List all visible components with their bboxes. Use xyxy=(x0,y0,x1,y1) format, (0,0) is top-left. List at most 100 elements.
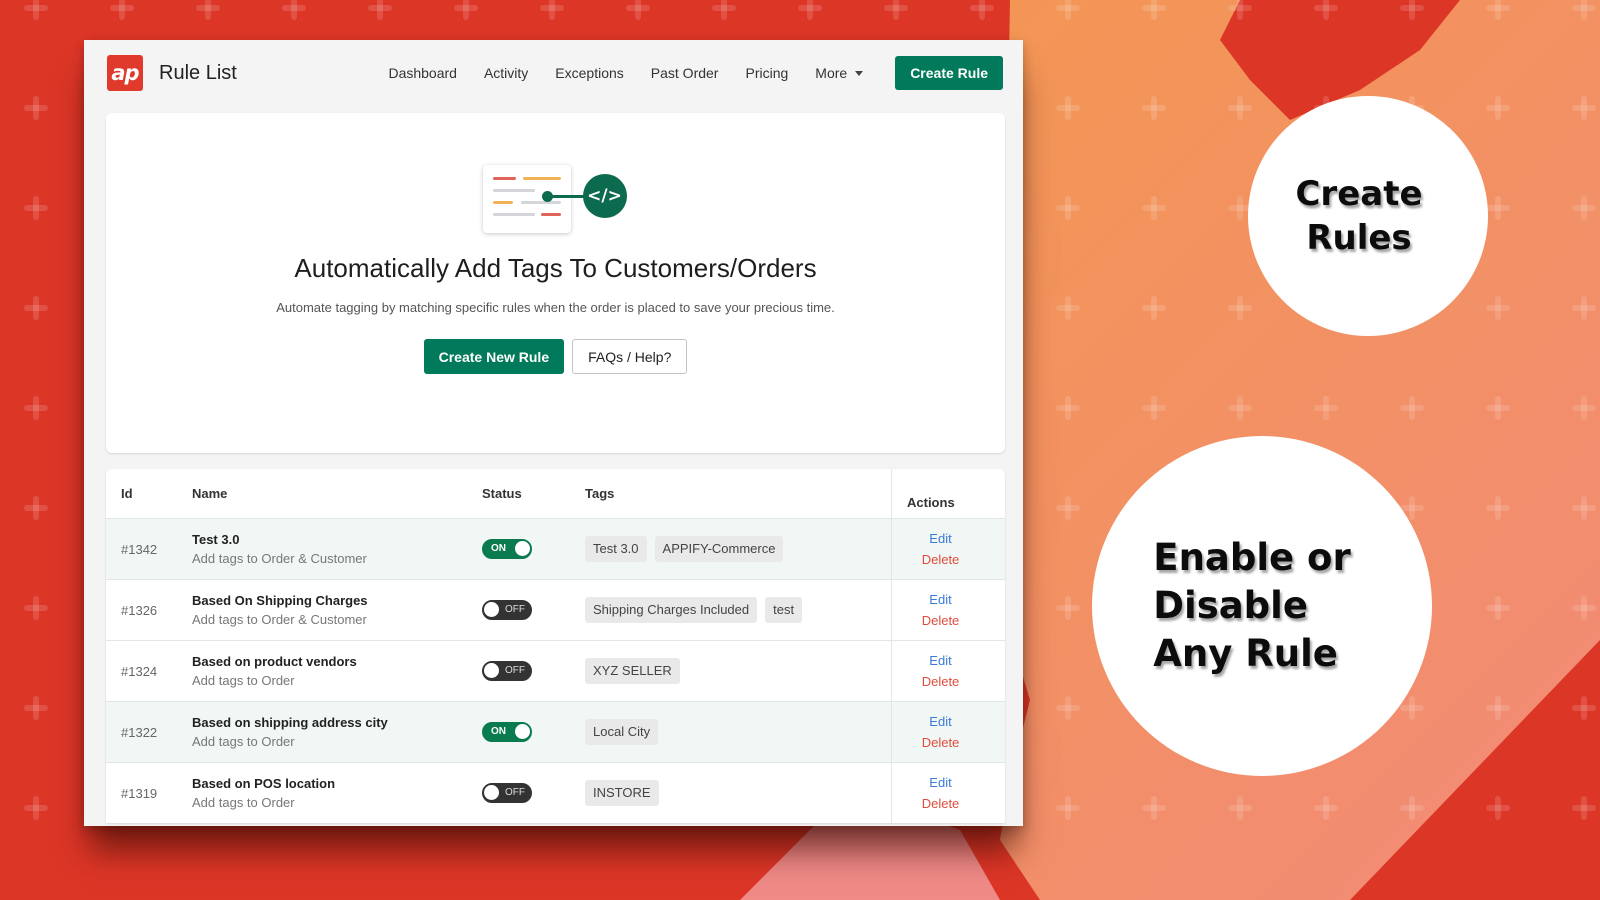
actions-cell: Edit Delete xyxy=(891,641,989,701)
status-cell: ON xyxy=(482,722,585,742)
plus-decoration xyxy=(1486,196,1510,220)
nav-past-order[interactable]: Past Order xyxy=(651,65,719,81)
tag-chip: Local City xyxy=(585,719,659,745)
status-toggle[interactable]: OFF xyxy=(482,661,532,681)
badge-two-line-1: Enable or xyxy=(1153,535,1351,579)
nav-pricing[interactable]: Pricing xyxy=(745,65,788,81)
nav-more-dropdown[interactable]: More xyxy=(815,65,864,81)
tags-cell: INSTORE xyxy=(585,780,891,806)
nav-exceptions[interactable]: Exceptions xyxy=(555,65,623,81)
plus-decoration xyxy=(798,0,822,20)
plus-decoration xyxy=(1486,396,1510,420)
plus-decoration xyxy=(110,0,134,20)
rule-name[interactable]: Based On Shipping Charges xyxy=(192,593,482,608)
rule-name[interactable]: Based on product vendors xyxy=(192,654,482,669)
edit-link[interactable]: Edit xyxy=(929,531,951,546)
table-row: #1319 Based on POS location Add tags to … xyxy=(106,762,1005,823)
column-header-tags[interactable]: Tags xyxy=(585,486,891,501)
tags-cell: Local City xyxy=(585,719,891,745)
plus-decoration xyxy=(1142,0,1166,20)
plus-decoration xyxy=(1228,796,1252,820)
column-header-id[interactable]: Id xyxy=(106,486,192,501)
status-cell: OFF xyxy=(482,783,585,803)
badge-one-line-2: Rules xyxy=(1306,218,1412,258)
nav-activity[interactable]: Activity xyxy=(484,65,528,81)
plus-decoration xyxy=(1400,0,1424,20)
rule-name[interactable]: Based on POS location xyxy=(192,776,482,791)
edit-link[interactable]: Edit xyxy=(929,775,951,790)
plus-decoration xyxy=(24,496,48,520)
plus-decoration xyxy=(1486,96,1510,120)
plus-decoration xyxy=(1228,296,1252,320)
edit-link[interactable]: Edit xyxy=(929,592,951,607)
delete-link[interactable]: Delete xyxy=(922,613,960,628)
plus-decoration xyxy=(1572,396,1596,420)
status-toggle[interactable]: ON xyxy=(482,722,532,742)
rule-name[interactable]: Based on shipping address city xyxy=(192,715,482,730)
edit-link[interactable]: Edit xyxy=(929,653,951,668)
nav-dashboard[interactable]: Dashboard xyxy=(388,65,457,81)
plus-decoration xyxy=(1056,0,1080,20)
plus-decoration xyxy=(282,0,306,20)
page-title: Rule List xyxy=(159,61,237,84)
enable-disable-badge: Enable or Disable Any Rule xyxy=(1092,436,1432,776)
create-rules-badge: Create Rules xyxy=(1248,96,1488,336)
rule-name[interactable]: Test 3.0 xyxy=(192,532,482,547)
plus-decoration xyxy=(454,0,478,20)
connector-dot xyxy=(541,191,553,202)
badge-one-line-1: Create xyxy=(1295,173,1423,214)
plus-decoration xyxy=(1486,496,1510,520)
plus-decoration xyxy=(1228,0,1252,20)
rule-id: #1342 xyxy=(121,541,158,557)
create-rule-button[interactable]: Create Rule xyxy=(895,56,1003,90)
status-cell: OFF xyxy=(482,600,585,620)
status-toggle[interactable]: ON xyxy=(482,539,532,559)
plus-decoration xyxy=(1228,396,1252,420)
plus-decoration xyxy=(1486,696,1510,720)
rules-table: Id Name Status Tags Actions #1342 Test 3… xyxy=(106,469,1005,823)
app-window: ap Rule List Dashboard Activity Exceptio… xyxy=(84,40,1023,826)
plus-decoration xyxy=(24,596,48,620)
tag-chip: test xyxy=(765,597,803,623)
create-new-rule-button[interactable]: Create New Rule xyxy=(423,339,565,374)
plus-decoration xyxy=(196,0,220,20)
actions-cell: Edit Delete xyxy=(891,519,989,579)
rules-code-illustration-icon: </> xyxy=(482,165,629,235)
status-toggle[interactable]: OFF xyxy=(482,600,532,620)
status-toggle-label: OFF xyxy=(505,604,525,615)
tag-chip: Shipping Charges Included xyxy=(585,597,758,623)
delete-link[interactable]: Delete xyxy=(922,552,960,567)
actions-header-label: Actions xyxy=(907,495,955,510)
column-header-name[interactable]: Name xyxy=(192,486,482,501)
plus-decoration xyxy=(1056,696,1080,720)
status-cell: OFF xyxy=(482,661,585,681)
column-header-status[interactable]: Status xyxy=(482,486,585,501)
status-toggle[interactable]: OFF xyxy=(482,783,532,803)
hero-subtitle: Automate tagging by matching specific ru… xyxy=(276,300,835,315)
plus-decoration xyxy=(1486,0,1510,20)
delete-link[interactable]: Delete xyxy=(922,735,960,750)
plus-decoration xyxy=(24,396,48,420)
column-header-actions: Actions xyxy=(891,469,989,518)
plus-decoration xyxy=(1228,96,1252,120)
app-logo[interactable]: ap xyxy=(107,55,143,91)
edit-link[interactable]: Edit xyxy=(929,714,951,729)
actions-cell: Edit Delete xyxy=(891,702,989,762)
plus-decoration xyxy=(1572,96,1596,120)
status-cell: ON xyxy=(482,539,585,559)
status-toggle-label: ON xyxy=(491,726,506,737)
actions-cell: Edit Delete xyxy=(891,580,989,640)
empty-state-hero: </> Automatically Add Tags To Customers/… xyxy=(106,113,1005,453)
tags-cell: Shipping Charges Included test xyxy=(585,597,891,623)
table-header-row: Id Name Status Tags Actions xyxy=(106,469,1005,518)
tag-chip: INSTORE xyxy=(585,780,659,806)
plus-decoration xyxy=(1486,796,1510,820)
plus-decoration xyxy=(1056,796,1080,820)
plus-decoration xyxy=(24,696,48,720)
plus-decoration xyxy=(1056,496,1080,520)
faqs-help-button[interactable]: FAQs / Help? xyxy=(572,339,688,374)
delete-link[interactable]: Delete xyxy=(922,796,960,811)
plus-decoration xyxy=(1142,796,1166,820)
toggle-knob xyxy=(484,785,499,800)
delete-link[interactable]: Delete xyxy=(922,674,960,689)
